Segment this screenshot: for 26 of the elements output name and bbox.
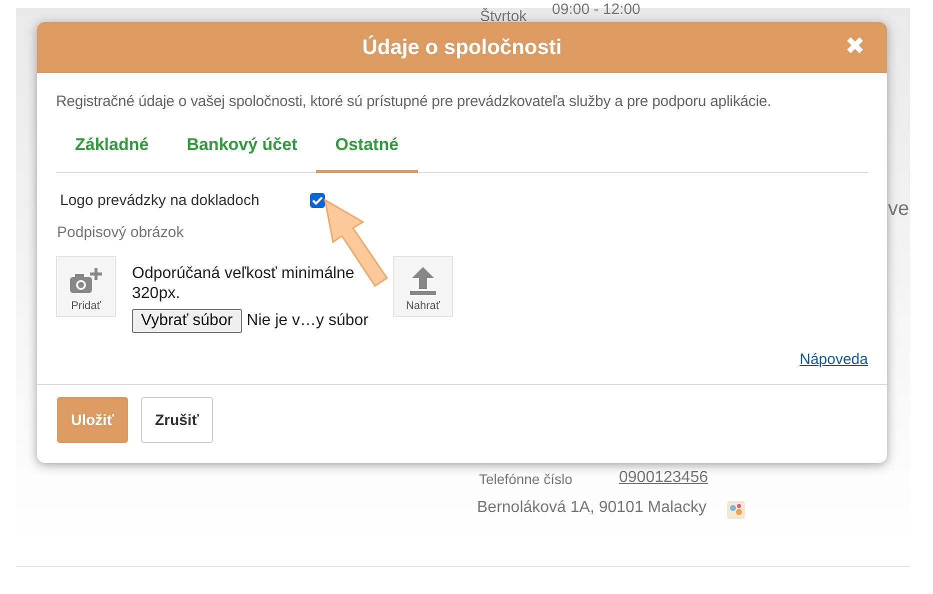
close-icon[interactable]: ✖ [845,34,865,60]
tab[interactable]: Bankový účet [168,123,316,173]
cancel-button[interactable]: Zrušiť [141,397,213,443]
map-icon[interactable] [726,500,746,520]
logo-checkbox[interactable] [310,193,325,208]
phone-link[interactable]: 0900123456 [619,469,708,487]
choose-file-button[interactable]: Vybrať súbor [132,309,242,333]
dialog-title: Údaje o spoločnosti [362,36,562,60]
tab[interactable]: Základné [56,123,168,173]
opening-hours: 09:00 - 12:00 [552,1,640,18]
description-text: Registračné údaje o vašej spoločnosti, ktoré sú prístupné pre prevádzkovateľa služby a pre podporu aplikácie. [56,93,772,110]
upload-arrow-icon [409,265,437,295]
size-hint: Odporúčaná veľkosť minimálne 320px. [132,264,356,304]
add-photo-button[interactable]: Pridať [56,256,116,317]
file-status: Nie je v…y súbor [246,312,368,330]
signature-label: Podpisový obrázok [56,224,185,241]
help-link[interactable]: Nápoveda [800,351,868,368]
camera-plus-icon [69,267,103,295]
day-label: Štvrtok [480,8,527,25]
checkbox-label: Logo prevádzky na dokladoch [60,192,260,209]
cut-off-text: ve [888,198,910,221]
upload-button[interactable]: Nahrať [393,256,453,317]
tab[interactable]: Ostatné [316,123,418,173]
address-text: Bernoláková 1A, 90101 Malacky [477,499,706,517]
save-button[interactable]: Uložiť [57,397,128,443]
phone-label: Telefónne číslo [479,471,572,487]
